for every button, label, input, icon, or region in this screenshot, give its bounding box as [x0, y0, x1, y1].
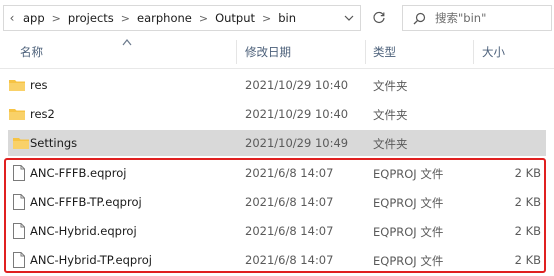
sort-ascending-icon — [122, 39, 132, 46]
breadcrumb-app[interactable]: app — [20, 11, 48, 25]
breadcrumb-separator[interactable]: > — [195, 12, 212, 25]
column-date[interactable]: 修改日期 — [245, 44, 291, 60]
refresh-icon — [373, 11, 385, 24]
column-name[interactable]: 名称 — [20, 44, 43, 60]
address-history-button[interactable] — [339, 8, 359, 28]
column-header: 名称 修改日期 类型 大小 — [0, 36, 554, 69]
highlight-box — [4, 158, 546, 273]
breadcrumb-earphone[interactable]: earphone — [134, 11, 195, 25]
column-type[interactable]: 类型 — [373, 44, 396, 60]
column-divider[interactable] — [365, 40, 366, 64]
file-type: 文件夹 — [373, 108, 408, 122]
modified-date: 2021/10/29 10:49 — [245, 136, 349, 150]
column-size[interactable]: 大小 — [482, 44, 505, 60]
folder-row-res[interactable]: res 2021/10/29 10:40 文件夹 — [0, 72, 554, 98]
folder-icon — [9, 80, 25, 91]
breadcrumb-separator[interactable]: > — [258, 12, 275, 25]
column-divider[interactable] — [473, 40, 474, 64]
file-name: res2 — [30, 107, 55, 121]
column-divider[interactable] — [236, 40, 237, 64]
breadcrumb-separator[interactable]: > — [117, 12, 134, 25]
breadcrumb-output[interactable]: Output — [212, 11, 258, 25]
file-type: 文件夹 — [373, 137, 408, 151]
breadcrumb-projects[interactable]: projects — [65, 11, 117, 25]
file-name: Settings — [30, 136, 78, 150]
folder-row-settings[interactable]: Settings 2021/10/29 10:49 文件夹 — [8, 130, 546, 156]
refresh-button[interactable] — [368, 7, 390, 29]
file-type: 文件夹 — [373, 79, 408, 93]
folder-row-res2[interactable]: res2 2021/10/29 10:40 文件夹 — [0, 101, 554, 127]
file-name: res — [30, 78, 48, 92]
breadcrumb[interactable]: ‹ app > projects > earphone > Output > b… — [3, 5, 361, 31]
chevron-down-icon — [344, 15, 354, 21]
folder-icon — [9, 109, 25, 120]
search-box[interactable]: 搜索"bin" — [402, 5, 552, 31]
modified-date: 2021/10/29 10:40 — [245, 78, 349, 92]
breadcrumb-separator[interactable]: > — [48, 12, 65, 25]
address-bar: ‹ app > projects > earphone > Output > b… — [0, 0, 554, 36]
folder-icon — [13, 138, 29, 149]
modified-date: 2021/10/29 10:40 — [245, 107, 349, 121]
chevron-left-icon[interactable]: ‹ — [4, 11, 20, 25]
breadcrumb-bin[interactable]: bin — [275, 11, 299, 25]
search-input[interactable]: 搜索"bin" — [435, 10, 486, 26]
search-icon — [409, 12, 429, 25]
